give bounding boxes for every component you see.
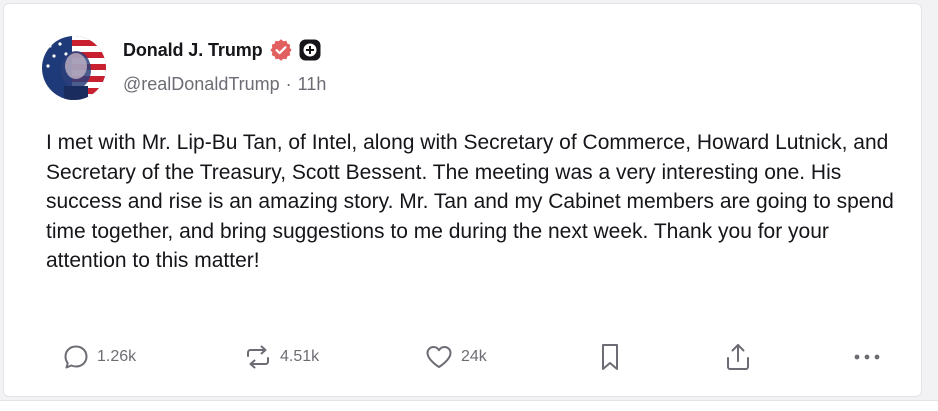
repost-button[interactable]: 4.51k: [243, 340, 319, 374]
repost-icon: [243, 343, 273, 371]
like-button[interactable]: 24k: [424, 340, 487, 374]
reply-count: 1.26k: [97, 348, 137, 365]
share-icon: [724, 342, 752, 372]
plus-badge-icon[interactable]: [299, 39, 321, 61]
bookmark-button[interactable]: [598, 340, 622, 374]
share-button[interactable]: [724, 340, 752, 374]
heart-icon: [424, 343, 454, 371]
avatar[interactable]: [42, 36, 106, 100]
handle[interactable]: @realDonaldTrump: [123, 74, 280, 95]
more-button[interactable]: [852, 340, 882, 374]
more-icon: [852, 352, 882, 362]
display-name[interactable]: Donald J. Trump: [123, 40, 263, 61]
separator: ·: [285, 74, 292, 94]
post-card: Donald J. Trump @realDonaldTrump · 11h I…: [3, 3, 922, 397]
action-bar: 1.26k 4.51k 24k: [4, 340, 921, 374]
next-post-edge: [0, 400, 938, 411]
reply-button[interactable]: 1.26k: [62, 340, 136, 374]
author-row: Donald J. Trump: [123, 36, 321, 64]
verified-badge-icon: [269, 39, 292, 61]
bookmark-icon: [598, 342, 622, 372]
post-body: I met with Mr. Lip-Bu Tan, of Intel, alo…: [46, 131, 894, 272]
reply-icon: [62, 343, 90, 371]
repost-count: 4.51k: [280, 348, 320, 365]
timestamp[interactable]: 11h: [298, 74, 327, 95]
like-count: 24k: [461, 348, 487, 365]
post-meta: @realDonaldTrump · 11h: [123, 74, 326, 95]
